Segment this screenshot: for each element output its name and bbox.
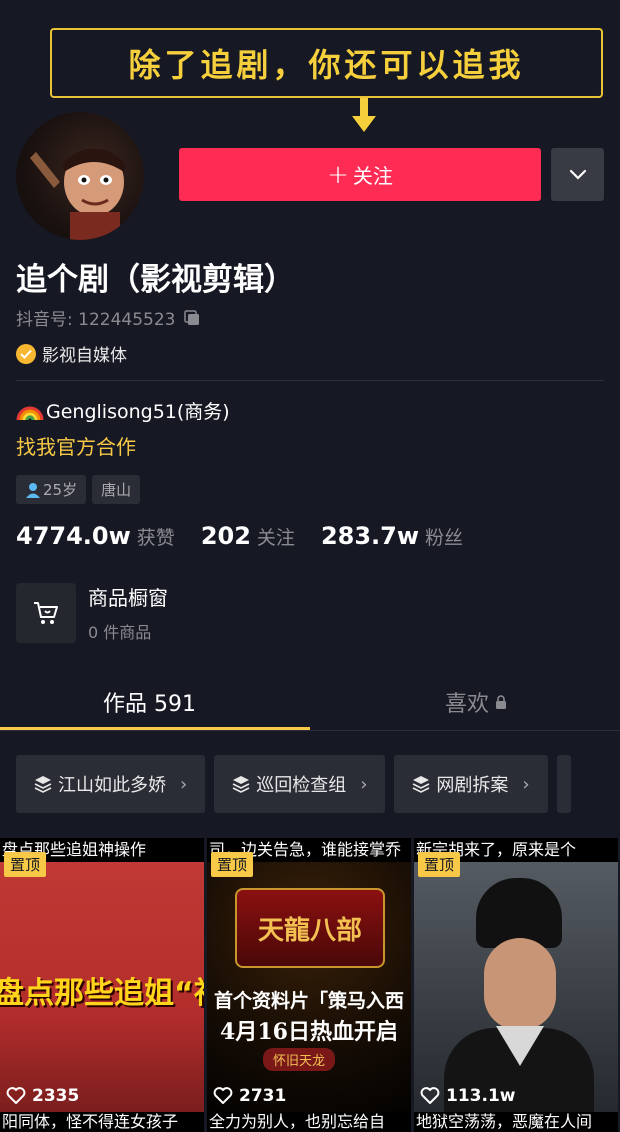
stats-row: 4774.0w 获赞 202 关注 283.7w 粉丝 bbox=[16, 522, 489, 550]
bio-line-2: 找我官方合作 bbox=[16, 435, 136, 459]
video-card[interactable]: 盘点那些追姐神操作 置顶 盘点那些追姐“神 2335 阳同体，怪不得连女孩子 bbox=[0, 838, 204, 1132]
plus-icon: + bbox=[327, 159, 349, 190]
pinned-badge: 置顶 bbox=[418, 852, 461, 877]
video-likes: 2731 bbox=[213, 1086, 286, 1106]
collection-chip-label: 巡回检查组 bbox=[256, 775, 347, 796]
tag-location: 唐山 bbox=[92, 475, 141, 504]
chevron-right-icon: › bbox=[180, 773, 188, 795]
shop-title: 商品橱窗 bbox=[88, 586, 168, 610]
stat-following-value: 202 bbox=[200, 522, 251, 550]
video-likes: 2335 bbox=[6, 1086, 79, 1106]
tag-age-text: 25岁 bbox=[43, 481, 78, 499]
douyin-id-text: 抖音号: 122445523 bbox=[16, 310, 176, 330]
promo-banner: 除了追剧，你还可以追我 bbox=[50, 28, 603, 98]
douyin-id: 抖音号: 122445523 bbox=[16, 305, 201, 330]
bio-line-1: Genglisong51(商务) bbox=[16, 397, 230, 424]
layers-icon bbox=[413, 776, 430, 793]
collection-chip[interactable]: 网剧拆案 › bbox=[394, 755, 548, 813]
stat-likes-value: 4774.0w bbox=[16, 522, 131, 550]
heart-icon bbox=[420, 1087, 440, 1104]
tag-location-text: 唐山 bbox=[101, 481, 132, 499]
chevron-right-icon: › bbox=[522, 773, 530, 795]
tab-likes-label: 喜欢 bbox=[445, 692, 490, 717]
heart-icon bbox=[6, 1087, 26, 1104]
profile-tags: 25岁 唐山 bbox=[16, 475, 141, 504]
more-options-button[interactable] bbox=[551, 148, 604, 201]
stat-following[interactable]: 202 关注 bbox=[201, 522, 295, 550]
pinned-badge: 置顶 bbox=[4, 852, 47, 877]
pinned-badge: 置顶 bbox=[211, 852, 254, 877]
stat-likes: 4774.0w 获赞 bbox=[16, 522, 175, 550]
shop-text: 商品橱窗 0 件商品 bbox=[88, 582, 168, 643]
layers-icon bbox=[34, 776, 52, 793]
bio-line-1-text: Genglisong51(商务) bbox=[46, 401, 230, 423]
video-card[interactable]: 司，边关告急，谁能接掌乔 置顶 天龍八部 首个资料片「策马入西 4月16日热血开… bbox=[207, 838, 411, 1132]
follow-label: 关注 bbox=[352, 164, 393, 188]
layers-icon bbox=[232, 776, 250, 793]
video-card[interactable]: 新宗胡来了，原来是个 置顶 113.1w 地狱空荡荡，恶魔在人间 bbox=[414, 838, 618, 1132]
verification-text: 影视自媒体 bbox=[42, 346, 127, 366]
video-grid: 盘点那些追姐神操作 置顶 盘点那些追姐“神 2335 阳同体，怪不得连女孩子 司… bbox=[0, 838, 620, 1132]
game-logo: 天龍八部 bbox=[235, 888, 385, 968]
video-bottom-caption: 地狱空荡荡，恶魔在人间 bbox=[414, 1112, 618, 1132]
video-bottom-caption: 全力为别人，也别忘给自 bbox=[207, 1112, 411, 1132]
stat-followers-label: 粉丝 bbox=[425, 527, 464, 549]
collection-chip[interactable] bbox=[556, 755, 571, 813]
lock-icon bbox=[496, 695, 507, 709]
heart-icon bbox=[213, 1087, 233, 1104]
divider bbox=[16, 380, 604, 381]
shop-icon-box bbox=[16, 582, 76, 643]
collections-row: 江山如此多娇 › 巡回检查组 › 网剧拆案 › bbox=[16, 755, 571, 813]
rainbow-icon bbox=[16, 406, 44, 420]
arrow-down-icon bbox=[352, 98, 376, 132]
collection-chip[interactable]: 江山如此多娇 › bbox=[16, 755, 206, 813]
collection-chip-label: 网剧拆案 bbox=[436, 775, 509, 796]
video-headline: 盘点那些追姐“神 bbox=[0, 976, 204, 1011]
chevron-right-icon: › bbox=[360, 773, 368, 795]
video-likes-count: 2335 bbox=[32, 1086, 80, 1106]
verified-check-icon bbox=[16, 343, 36, 364]
video-likes: 113.1w bbox=[420, 1086, 515, 1106]
tag-age: 25岁 bbox=[16, 475, 87, 504]
video-headline-line1: 首个资料片「策马入西 bbox=[213, 990, 404, 1012]
avatar-character-icon bbox=[30, 148, 126, 240]
stat-likes-label: 获赞 bbox=[136, 527, 175, 549]
tab-divider bbox=[0, 730, 620, 731]
stat-followers-value: 283.7w bbox=[320, 522, 420, 550]
figure-face bbox=[484, 938, 556, 1030]
collection-chip-label: 江山如此多娇 bbox=[58, 775, 166, 796]
shop-subtitle: 0 件商品 bbox=[88, 623, 152, 642]
video-likes-count: 2731 bbox=[239, 1086, 287, 1106]
follow-button[interactable]: + 关注 bbox=[179, 148, 541, 201]
profile-name: 追个剧（影视剪辑） bbox=[16, 262, 295, 298]
stat-followers[interactable]: 283.7w 粉丝 bbox=[321, 522, 463, 550]
chevron-down-icon bbox=[569, 169, 586, 180]
tab-works[interactable]: 作品 591 bbox=[103, 686, 196, 718]
video-headline-line2: 4月16日热血开启 bbox=[220, 1019, 398, 1045]
video-bottom-caption: 阳同体，怪不得连女孩子 bbox=[0, 1112, 204, 1132]
verification-badge: 影视自媒体 bbox=[16, 341, 127, 366]
video-likes-count: 113.1w bbox=[446, 1086, 516, 1106]
cart-icon bbox=[34, 601, 58, 624]
shop-window[interactable]: 商品橱窗 0 件商品 bbox=[16, 582, 168, 643]
stat-following-label: 关注 bbox=[256, 527, 295, 549]
tab-likes[interactable]: 喜欢 bbox=[445, 686, 507, 718]
video-pill: 怀旧天龙 bbox=[263, 1048, 336, 1071]
avatar[interactable] bbox=[16, 112, 144, 240]
person-icon bbox=[26, 482, 40, 498]
collection-chip[interactable]: 巡回检查组 › bbox=[214, 755, 386, 813]
copy-icon[interactable] bbox=[183, 309, 201, 327]
promo-banner-text: 除了追剧，你还可以追我 bbox=[128, 46, 525, 84]
